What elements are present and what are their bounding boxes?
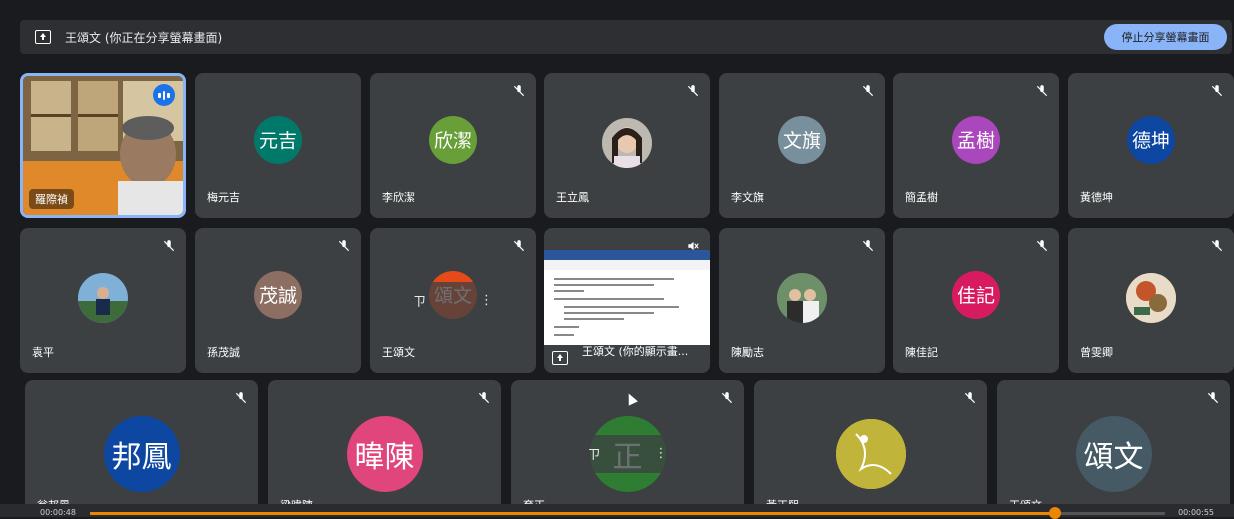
present-screen-icon xyxy=(35,30,51,44)
stop-sharing-button[interactable]: 停止分享螢幕畫面 xyxy=(1104,24,1227,50)
avatar-photo xyxy=(602,117,652,168)
mic-off-icon xyxy=(963,390,977,404)
participant-tile[interactable]: 頌文 ㄗ ⋮ 王頌文 xyxy=(370,228,536,373)
participant-name: 孫茂誠 xyxy=(207,346,240,359)
participant-name: 李欣潔 xyxy=(382,191,415,204)
participant-tile[interactable]: 佳記 陳佳記 xyxy=(893,228,1059,373)
mic-off-icon xyxy=(686,83,700,97)
participant-tile[interactable]: 文旗 李文旗 xyxy=(719,73,885,218)
avatar: 元吉 xyxy=(254,115,302,164)
participant-tile[interactable]: 袁平 xyxy=(20,228,186,373)
mic-off-icon xyxy=(1035,83,1049,97)
tile-hover-controls: ㄗ ⋮ xyxy=(573,434,682,473)
self-video-tile[interactable]: 羅際禎 xyxy=(20,73,186,218)
screen-share-label: 王頌文 (你的顯示畫... xyxy=(582,345,689,358)
participant-name: 梅元吉 xyxy=(207,191,240,204)
progress-track[interactable] xyxy=(1055,512,1165,515)
avatar-photo xyxy=(777,272,827,323)
screen-share-tile[interactable]: 王頌文 (你的顯示畫... xyxy=(544,228,710,373)
mic-off-icon xyxy=(512,238,526,252)
avatar-photo xyxy=(835,418,906,489)
participant-name: 袁平 xyxy=(32,346,54,359)
participant-tile[interactable]: 茂誠 孫茂誠 xyxy=(195,228,361,373)
participant-tile[interactable]: 王立鳳 xyxy=(544,73,710,218)
avatar: 暐陳 xyxy=(346,415,423,492)
participant-tile[interactable]: 暐陳 梁暐陳 xyxy=(268,380,501,517)
mic-off-icon xyxy=(1210,238,1224,252)
avatar-photo xyxy=(78,272,128,323)
progress-fill[interactable] xyxy=(90,512,1055,515)
screen-preview xyxy=(544,250,710,345)
avatar: 茂誠 xyxy=(254,270,302,319)
participant-tile[interactable]: 欣潔 李欣潔 xyxy=(370,73,536,218)
more-vert-icon[interactable]: ⋮ xyxy=(480,293,493,308)
mic-off-icon xyxy=(162,238,176,252)
participant-tile[interactable]: 孟樹 簡孟樹 xyxy=(893,73,1059,218)
self-name-label: 羅際禎 xyxy=(29,189,74,209)
speaking-indicator-icon xyxy=(153,84,175,106)
mic-off-icon xyxy=(234,390,248,404)
participant-name: 曾雯卿 xyxy=(1080,346,1113,359)
participant-tile[interactable]: 邦鳳 翁邦鳳 xyxy=(25,380,258,517)
participant-tile[interactable]: 頌文 王頌文 xyxy=(997,380,1230,517)
avatar: 欣潔 xyxy=(429,115,477,164)
participant-name: 王頌文 xyxy=(382,346,415,359)
more-vert-icon[interactable]: ⋮ xyxy=(655,446,668,461)
avatar: 文旗 xyxy=(778,115,826,164)
avatar: 佳記 xyxy=(952,270,1000,319)
mic-off-icon xyxy=(1206,390,1220,404)
elapsed-time: 00:00:48 xyxy=(40,508,76,517)
participant-name: 李文旗 xyxy=(731,191,764,204)
mic-off-icon xyxy=(720,390,734,404)
participant-name: 王立鳳 xyxy=(556,191,589,204)
avatar: 孟樹 xyxy=(952,115,1000,164)
participant-tile[interactable]: 黃正熙 xyxy=(754,380,987,517)
mic-off-icon xyxy=(1210,83,1224,97)
participant-name: 陳勵志 xyxy=(731,346,764,359)
avatar-photo xyxy=(1126,272,1176,323)
participant-tile[interactable]: 曾雯卿 xyxy=(1068,228,1234,373)
screen-share-bar: 王頌文 (你正在分享螢幕畫面) 停止分享螢幕畫面 xyxy=(20,20,1232,54)
present-screen-icon xyxy=(552,351,568,365)
avatar: 頌文 xyxy=(1075,415,1152,492)
total-time: 00:00:55 xyxy=(1178,508,1214,517)
participant-tile[interactable]: 元吉 梅元吉 xyxy=(195,73,361,218)
participant-name: 黃德坤 xyxy=(1080,191,1113,204)
participant-name: 陳佳記 xyxy=(905,346,938,359)
pin-icon[interactable]: ㄗ xyxy=(413,291,426,310)
avatar: 德坤 xyxy=(1127,115,1175,164)
participant-name: 簡孟樹 xyxy=(905,191,938,204)
mic-off-icon xyxy=(861,238,875,252)
tile-hover-controls: ㄗ ⋮ xyxy=(399,281,507,320)
progress-handle[interactable] xyxy=(1049,507,1061,519)
pin-icon[interactable]: ㄗ xyxy=(588,444,601,463)
participant-tile[interactable]: 陳勵志 xyxy=(719,228,885,373)
share-status-text: 王頌文 (你正在分享螢幕畫面) xyxy=(65,31,223,45)
mic-off-icon xyxy=(512,83,526,97)
participant-tile[interactable]: 德坤 黃德坤 xyxy=(1068,73,1234,218)
mic-off-icon xyxy=(1035,238,1049,252)
avatar: 邦鳳 xyxy=(103,415,180,492)
mic-off-icon xyxy=(861,83,875,97)
mic-off-icon xyxy=(477,390,491,404)
mic-off-icon xyxy=(337,238,351,252)
